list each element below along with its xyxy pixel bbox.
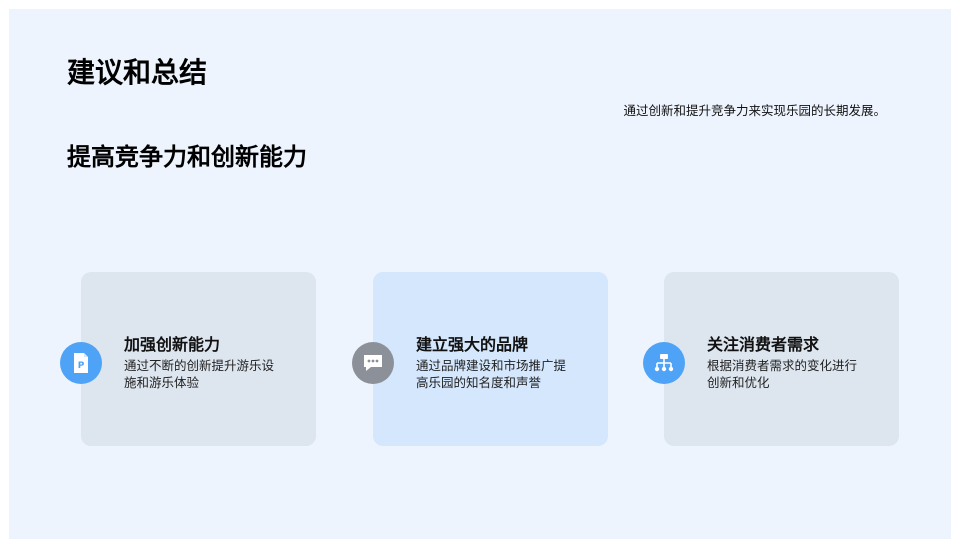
card-innovation: P 加强创新能力 通过不断的创新提升游乐设施和游乐体验 (60, 272, 316, 446)
document-p-icon: P (60, 342, 102, 384)
card-title: 关注消费者需求 (707, 335, 820, 354)
summary-text: 通过创新和提升竞争力来实现乐园的长期发展。 (623, 103, 886, 118)
section-subtitle: 提高竞争力和创新能力 (67, 143, 307, 171)
slide-title: 建议和总结 (67, 56, 208, 89)
chat-bubble-icon (352, 342, 394, 384)
card-title: 加强创新能力 (124, 335, 221, 354)
card-brand: 建立强大的品牌 通过品牌建设和市场推广提高乐园的知名度和声誉 (352, 272, 608, 446)
card-description: 根据消费者需求的变化进行创新和优化 (707, 358, 858, 390)
svg-text:P: P (78, 361, 85, 371)
slide: 建议和总结 通过创新和提升竞争力来实现乐园的长期发展。 提高竞争力和创新能力 P… (9, 9, 951, 539)
card-title: 建立强大的品牌 (416, 335, 529, 354)
card-description: 通过不断的创新提升游乐设施和游乐体验 (124, 358, 275, 390)
card-consumer: 关注消费者需求 根据消费者需求的变化进行创新和优化 (643, 272, 899, 446)
hierarchy-icon (643, 342, 685, 384)
card-description: 通过品牌建设和市场推广提高乐园的知名度和声誉 (416, 358, 567, 390)
